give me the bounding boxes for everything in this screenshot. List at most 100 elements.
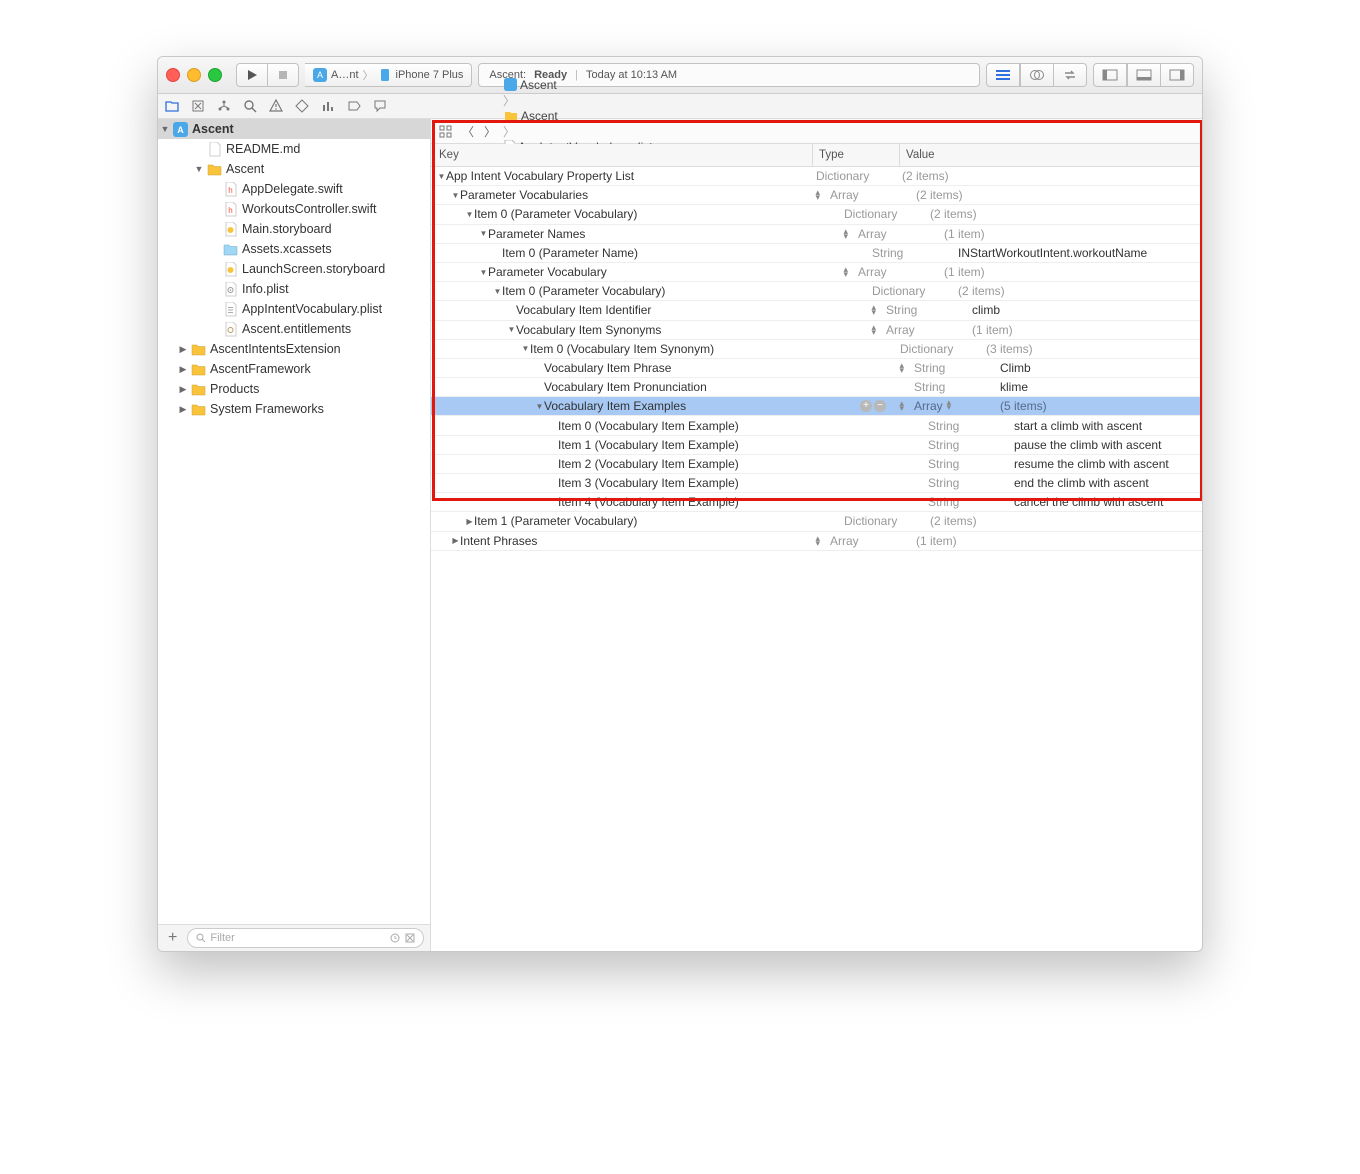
stepper-icon[interactable]: [899, 363, 904, 373]
related-items-button[interactable]: [435, 125, 456, 138]
tree-item-label: Products: [210, 382, 259, 396]
report-navigator-tab[interactable]: [372, 98, 388, 114]
tree-item[interactable]: ▶AscentIntentsExtension: [158, 339, 430, 359]
disclosure-triangle[interactable]: ▼: [521, 344, 530, 353]
filter-input[interactable]: Filter: [187, 928, 424, 948]
plist-row[interactable]: Item 4 (Vocabulary Item Example)Stringca…: [431, 493, 1202, 512]
minimize-window-button[interactable]: [187, 68, 201, 82]
stepper-icon[interactable]: [843, 229, 848, 239]
tree-item[interactable]: Info.plist: [158, 279, 430, 299]
toggle-navigator-button[interactable]: [1093, 63, 1127, 87]
breakpoint-navigator-tab[interactable]: [346, 98, 362, 114]
standard-editor-button[interactable]: [986, 63, 1020, 87]
stepper-icon[interactable]: [871, 305, 876, 315]
disclosure-triangle[interactable]: ▼: [479, 268, 488, 277]
column-key-header[interactable]: Key: [431, 144, 813, 166]
toggle-debug-button[interactable]: [1127, 63, 1161, 87]
tree-item[interactable]: ▶AscentFramework: [158, 359, 430, 379]
tree-item[interactable]: ▼Ascent: [158, 159, 430, 179]
plist-row[interactable]: ▶Intent PhrasesArray(1 item): [431, 532, 1202, 551]
crumb-label: Ascent: [520, 78, 557, 92]
disclosure-triangle[interactable]: ▼: [535, 402, 544, 411]
plist-value: INStartWorkoutIntent.workoutName: [952, 246, 1202, 260]
assistant-editor-button[interactable]: [1020, 63, 1054, 87]
zoom-window-button[interactable]: [208, 68, 222, 82]
close-window-button[interactable]: [166, 68, 180, 82]
stepper-icon[interactable]: [815, 190, 820, 200]
plist-row[interactable]: Item 0 (Parameter Name)StringINStartWork…: [431, 244, 1202, 263]
tree-item[interactable]: hAppDelegate.swift: [158, 179, 430, 199]
issue-navigator-tab[interactable]: [268, 98, 284, 114]
plist-row[interactable]: ▼Vocabulary Item SynonymsArray(1 item): [431, 321, 1202, 340]
stop-button[interactable]: [268, 63, 299, 87]
toggle-inspector-button[interactable]: [1161, 63, 1194, 87]
tree-item[interactable]: Assets.xcassets: [158, 239, 430, 259]
plist-row[interactable]: Vocabulary Item IdentifierStringclimb: [431, 301, 1202, 320]
plist-row[interactable]: ▼Vocabulary Item Examples+−Array(5 items…: [431, 397, 1202, 416]
version-editor-button[interactable]: [1054, 63, 1087, 87]
disclosure-triangle[interactable]: ▼: [451, 191, 460, 200]
tree-item[interactable]: LaunchScreen.storyboard: [158, 259, 430, 279]
stepper-icon[interactable]: [899, 401, 904, 411]
tree-item[interactable]: hWorkoutsController.swift: [158, 199, 430, 219]
back-button[interactable]: 〈: [458, 123, 478, 140]
file-tree[interactable]: ▼ A Ascent README.md▼AscenthAppDelegate.…: [158, 119, 430, 924]
plist-body[interactable]: ▼App Intent Vocabulary Property ListDict…: [431, 167, 1202, 951]
plist-row[interactable]: ▼Item 0 (Vocabulary Item Synonym)Diction…: [431, 340, 1202, 359]
tree-item[interactable]: ▶System Frameworks: [158, 399, 430, 419]
jump-bar[interactable]: 〈 〉 Ascent〉Ascent〉AppIntentVocabulary.pl…: [431, 119, 1202, 144]
symbol-navigator-tab[interactable]: [190, 98, 206, 114]
disclosure-triangle[interactable]: ▼: [479, 229, 488, 238]
tree-item[interactable]: README.md: [158, 139, 430, 159]
add-remove-buttons[interactable]: +−: [860, 400, 886, 412]
plist-row[interactable]: Vocabulary Item PhraseStringClimb: [431, 359, 1202, 378]
forward-button[interactable]: 〉: [480, 123, 500, 140]
type-stepper-icon[interactable]: [947, 400, 952, 410]
plist-row[interactable]: ▼Item 0 (Parameter Vocabulary)Dictionary…: [431, 282, 1202, 301]
plist-row[interactable]: Vocabulary Item PronunciationStringklime: [431, 378, 1202, 397]
minus-icon[interactable]: −: [874, 400, 886, 412]
scheme-selector[interactable]: A A…nt 〉 iPhone 7 Plus: [305, 63, 472, 87]
stepper-icon[interactable]: [843, 267, 848, 277]
plist-row[interactable]: Item 3 (Vocabulary Item Example)Stringen…: [431, 474, 1202, 493]
column-type-header[interactable]: Type: [813, 144, 900, 166]
tree-item[interactable]: AppIntentVocabulary.plist: [158, 299, 430, 319]
stepper-icon[interactable]: [815, 536, 820, 546]
plus-icon[interactable]: +: [860, 400, 872, 412]
stepper-icon[interactable]: [871, 325, 876, 335]
disclosure-triangle[interactable]: ▼: [437, 172, 446, 181]
tree-item[interactable]: ▶Products: [158, 379, 430, 399]
hierarchy-navigator-tab[interactable]: [216, 98, 232, 114]
disclosure-triangle[interactable]: ▼: [493, 287, 502, 296]
disclosure-triangle[interactable]: ▶: [451, 536, 460, 545]
plist-row[interactable]: Item 2 (Vocabulary Item Example)Stringre…: [431, 455, 1202, 474]
disclosure-triangle[interactable]: ▼: [507, 325, 516, 334]
plist-row[interactable]: Item 0 (Vocabulary Item Example)Stringst…: [431, 416, 1202, 435]
plist-row[interactable]: Item 1 (Vocabulary Item Example)Stringpa…: [431, 436, 1202, 455]
tree-root[interactable]: ▼ A Ascent: [158, 119, 430, 139]
plist-key: App Intent Vocabulary Property List: [446, 169, 634, 183]
column-value-header[interactable]: Value: [900, 144, 1202, 166]
plist-row[interactable]: ▼Parameter VocabulariesArray(2 items): [431, 186, 1202, 205]
disclosure-triangle[interactable]: ▼: [465, 210, 474, 219]
plist-value: (2 items): [924, 207, 1202, 221]
plist-value: pause the climb with ascent: [1008, 438, 1202, 452]
run-button[interactable]: [236, 63, 268, 87]
crumb-icon: [504, 110, 518, 122]
plist-row[interactable]: ▶Item 1 (Parameter Vocabulary)Dictionary…: [431, 512, 1202, 531]
plist-row[interactable]: ▼App Intent Vocabulary Property ListDict…: [431, 167, 1202, 186]
test-navigator-tab[interactable]: [294, 98, 310, 114]
tree-item[interactable]: Ascent.entitlements: [158, 319, 430, 339]
plist-key: Parameter Vocabularies: [460, 188, 588, 202]
find-navigator-tab[interactable]: [242, 98, 258, 114]
debug-navigator-tab[interactable]: [320, 98, 336, 114]
plist-row[interactable]: ▼Parameter VocabularyArray(1 item): [431, 263, 1202, 282]
breadcrumb-item[interactable]: Ascent: [502, 78, 655, 92]
project-navigator-tab[interactable]: [164, 98, 180, 114]
breadcrumb-item[interactable]: Ascent: [502, 109, 655, 123]
disclosure-triangle[interactable]: ▶: [465, 517, 474, 526]
plist-row[interactable]: ▼Parameter NamesArray(1 item): [431, 225, 1202, 244]
tree-item[interactable]: Main.storyboard: [158, 219, 430, 239]
add-button[interactable]: +: [164, 929, 181, 947]
plist-row[interactable]: ▼Item 0 (Parameter Vocabulary)Dictionary…: [431, 205, 1202, 224]
